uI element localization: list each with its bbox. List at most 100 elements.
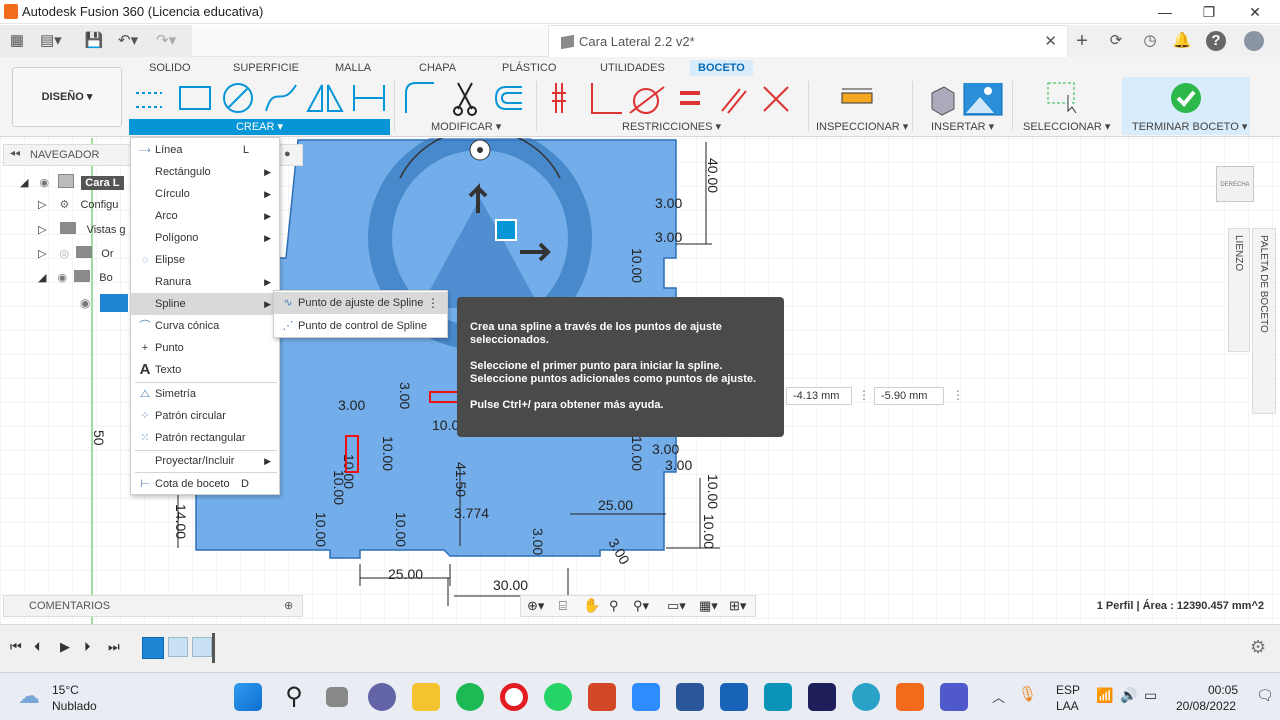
teams-icon[interactable] [940, 683, 968, 711]
notification-center-icon[interactable]: 🗨 [1256, 687, 1274, 704]
eye-hidden-icon[interactable]: ◎ [60, 248, 70, 260]
parallel-icon[interactable] [721, 88, 747, 114]
select-icon[interactable] [1046, 81, 1080, 113]
viewcube[interactable]: DERECHA [1216, 166, 1254, 202]
insert-menu[interactable]: INSERTAR ▾ [931, 120, 994, 133]
move-plane-handle[interactable] [495, 219, 517, 241]
finish-check-icon[interactable] [1170, 82, 1202, 114]
go-to-start-icon[interactable]: ⏮ [10, 639, 22, 655]
word-icon[interactable] [676, 683, 704, 711]
look-at-icon[interactable]: ⌸ [559, 598, 567, 614]
task-view-icon[interactable] [326, 687, 348, 707]
expand-icon[interactable]: ▷ [38, 199, 46, 211]
close-button[interactable]: ✕ [1232, 0, 1278, 24]
menu-item-cota[interactable]: ⊢ Cota de boceto D [131, 473, 279, 495]
tab-boceto[interactable]: BOCETO [690, 60, 753, 76]
powerpoint-icon[interactable] [588, 683, 616, 711]
menu-item-punto[interactable]: + Punto [131, 337, 279, 359]
offset-icon[interactable] [494, 86, 522, 110]
start-button[interactable] [234, 683, 262, 711]
expand-icon[interactable]: ▷ [38, 248, 46, 260]
orbit-icon[interactable]: ⊕▾ [527, 598, 544, 614]
menu-item-fit-point-spline[interactable]: ∿ Punto de ajuste de Spline ⋮ [274, 292, 447, 314]
finish-sketch-label[interactable]: TERMINAR BOCETO ▾ [1132, 120, 1247, 133]
menu-item-patron-rectangular[interactable]: ⁙ Patrón rectangular [131, 427, 279, 449]
measure-icon[interactable] [840, 87, 876, 107]
eye-icon[interactable]: ◉ [40, 177, 50, 189]
menu-item-curva-conica[interactable]: ⌒ Curva cónica [131, 315, 279, 337]
menu-item-circulo[interactable]: Círculo ▶ [131, 183, 279, 205]
minimize-button[interactable]: — [1142, 0, 1188, 24]
sync-icon[interactable]: ⟳ [1106, 31, 1126, 51]
menu-item-linea[interactable]: ⤏ Línea L [131, 139, 279, 161]
file-menu-icon[interactable]: ▤▾ [40, 31, 62, 51]
redo-icon[interactable]: ↷▾ [156, 31, 176, 51]
menu-item-simetria[interactable]: ⧍ Simetría [131, 383, 279, 405]
dimension-icon[interactable] [353, 85, 385, 111]
pan-icon[interactable]: ✋ [583, 597, 600, 614]
inspect-menu[interactable]: INSPECCIONAR ▾ [816, 120, 908, 133]
comments-panel[interactable]: COMENTARIOS ⊕ [3, 595, 303, 617]
close-tab-icon[interactable]: ✕ [1044, 32, 1057, 50]
tangent-icon[interactable] [629, 86, 665, 114]
job-status-icon[interactable]: ◷ [1140, 31, 1160, 51]
premiere-icon[interactable] [808, 683, 836, 711]
undo-icon[interactable]: ↶▾ [118, 31, 138, 51]
timeline-item-sketch[interactable] [142, 637, 164, 659]
fit-icon[interactable]: ⚲▾ [633, 598, 649, 614]
tray-chevron-icon[interactable]: ︿ [992, 687, 1005, 706]
cortana-icon[interactable] [764, 683, 792, 711]
grid-apps-icon[interactable]: ▦ [7, 31, 27, 51]
tab-superficie[interactable]: SUPERFICIE [225, 60, 307, 76]
step-back-icon[interactable]: ⏴ [34, 639, 41, 655]
expand-icon[interactable]: ◢ [38, 272, 46, 284]
weather-icon[interactable]: ☁ [18, 683, 40, 709]
save-icon[interactable]: 💾 [84, 31, 104, 51]
tab-utilidades[interactable]: UTILIDADES [592, 60, 673, 76]
help-icon[interactable]: ? [1206, 31, 1226, 51]
tree-row-views[interactable]: ▷ Vistas g [38, 222, 126, 242]
avatar[interactable] [1244, 31, 1264, 51]
navigator-pin-icon[interactable]: ● [284, 148, 291, 160]
microphone-icon[interactable]: 🎙 [1018, 685, 1037, 703]
workspace-switcher[interactable]: DISEÑO ▾ [12, 67, 122, 127]
constraints-menu[interactable]: RESTRICCIONES ▾ [622, 120, 721, 133]
timeline-marker[interactable] [212, 633, 215, 663]
menu-item-control-point-spline[interactable]: ⋰ Punto de control de Spline [274, 315, 447, 337]
tab-plastico[interactable]: PLÁSTICO [494, 60, 564, 76]
clock-date[interactable]: 20/08/2022 [1176, 699, 1236, 713]
search-icon[interactable]: ⚲ [280, 683, 308, 711]
rectangle-icon[interactable] [179, 86, 211, 110]
menu-item-ranura[interactable]: Ranura ▶ [131, 271, 279, 293]
fusion-taskbar-icon[interactable] [896, 683, 924, 711]
keyboard-layout[interactable]: LAA [1056, 699, 1079, 713]
file-explorer-icon[interactable] [412, 683, 440, 711]
timeline-item-canvas[interactable] [192, 637, 212, 657]
sketch-palette-tab[interactable]: PALETA DE BOCETO [1252, 228, 1276, 414]
collapse-icon[interactable]: ◂◂ [10, 148, 20, 159]
play-icon[interactable]: ▶ [60, 639, 70, 655]
opera-icon[interactable] [500, 683, 528, 711]
perpendicular-icon[interactable] [591, 83, 622, 114]
canvas-image-icon[interactable] [963, 83, 1003, 116]
settings-gear-icon[interactable]: ⚙ [1250, 637, 1266, 658]
mirror-icon[interactable] [306, 84, 344, 112]
zoom-app-icon[interactable] [632, 683, 660, 711]
language-indicator[interactable]: ESP [1056, 683, 1080, 697]
fillet-icon[interactable] [405, 82, 434, 113]
x-coordinate-input[interactable]: -4.13 mm [786, 387, 852, 405]
menu-item-rectangulo[interactable]: Rectángulo ▶ [131, 161, 279, 183]
coincident-icon[interactable] [552, 83, 566, 113]
expand-icon[interactable]: ◢ [20, 177, 28, 189]
menu-item-patron-circular[interactable]: ⁘ Patrón circular [131, 405, 279, 427]
create-menu-button[interactable]: CREAR ▾ [129, 119, 390, 135]
menu-item-texto[interactable]: A Texto [131, 359, 279, 381]
line-icon[interactable] [136, 92, 162, 108]
tree-row-sketches[interactable]: ◢ ◉ Bo [38, 270, 113, 290]
wifi-icon[interactable]: 📶 [1096, 687, 1113, 704]
menu-item-elipse[interactable]: ◌ Elipse [131, 249, 279, 271]
tree-row-sketch[interactable]: ◉ [78, 294, 130, 312]
menu-item-proyectar[interactable]: Proyectar/Incluir ▶ [131, 450, 279, 472]
tree-row-root[interactable]: ◢ ◉ Cara L [20, 174, 124, 194]
document-tab[interactable]: Cara Lateral 2.2 v2* ✕ [548, 25, 1068, 57]
